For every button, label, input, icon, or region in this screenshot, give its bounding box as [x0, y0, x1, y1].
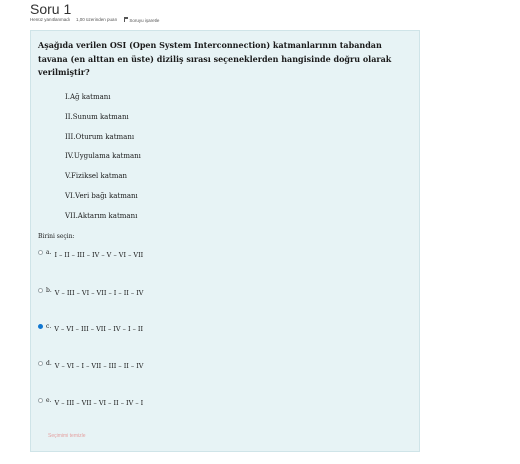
- option-letter: a.: [46, 248, 52, 256]
- option-letter: c.: [46, 322, 52, 330]
- answer-option-a[interactable]: a. I – II – III – IV – V – VI – VII: [38, 248, 143, 262]
- radio-button[interactable]: [38, 397, 43, 403]
- question-text: Aşağıda verilen OSI (Open System Interco…: [38, 40, 392, 77]
- flag-question-link[interactable]: Soruyu işaretle: [123, 17, 159, 23]
- option-letter: d.: [46, 359, 52, 367]
- question-info: Henüz yanıtlanmadı 1,00 üzerinden puan S…: [30, 17, 159, 23]
- layer-item: III.Oturum katmanı: [65, 132, 135, 141]
- option-text: V – III – VII – VI – II – IV – I: [54, 399, 144, 407]
- flag-label: Soruyu işaretle: [129, 18, 160, 23]
- layer-item: V.Fiziksel katman: [65, 172, 128, 181]
- option-letter: e.: [46, 396, 52, 404]
- answer-option-d[interactable]: d. V – VI – I – VII – III – II – IV: [38, 359, 144, 373]
- layer-item: VI.Veri bağı katmanı: [65, 191, 138, 200]
- answer-option-b[interactable]: b. V – III – VI – VII – I – II – IV: [38, 286, 144, 300]
- layer-list: I.Ağ katmanı II.Sunum katmanı III.Oturum…: [65, 88, 141, 227]
- layer-item: VII.Aktarım katmanı: [65, 211, 138, 220]
- flag-icon: [123, 17, 129, 22]
- option-text: I – II – III – IV – V – VI – VII: [54, 251, 144, 259]
- layer-item: I.Ağ katmanı: [65, 93, 111, 101]
- status-text: Henüz yanıtlanmadı: [30, 17, 71, 22]
- question-box: Aşağıda verilen OSI (Open System Interco…: [30, 30, 420, 452]
- question-title: Soru 1: [30, 1, 72, 17]
- radio-button[interactable]: [38, 287, 43, 293]
- radio-button[interactable]: [38, 323, 43, 329]
- layer-item: II.Sunum katmanı: [65, 112, 129, 121]
- option-text: V – VI – I – VII – III – II – IV: [54, 362, 144, 370]
- option-text: V – VI – III – VII – IV – I – II: [54, 325, 144, 333]
- radio-button[interactable]: [38, 249, 43, 255]
- option-letter: b.: [46, 286, 52, 294]
- choose-one-prompt: Birini seçin:: [38, 233, 75, 240]
- layer-item: IV.Uygulama katmanı: [65, 152, 141, 161]
- option-text: V – III – VI – VII – I – II – IV: [54, 289, 144, 297]
- answer-option-e[interactable]: e. V – III – VII – VI – II – IV – I: [38, 396, 143, 410]
- radio-button[interactable]: [38, 360, 43, 366]
- answer-option-c[interactable]: c. V – VI – III – VII – IV – I – II: [38, 322, 143, 336]
- clear-selection-link[interactable]: Seçimimi temizle: [48, 433, 86, 439]
- points-text: 1,00 üzerinden puan: [76, 17, 118, 22]
